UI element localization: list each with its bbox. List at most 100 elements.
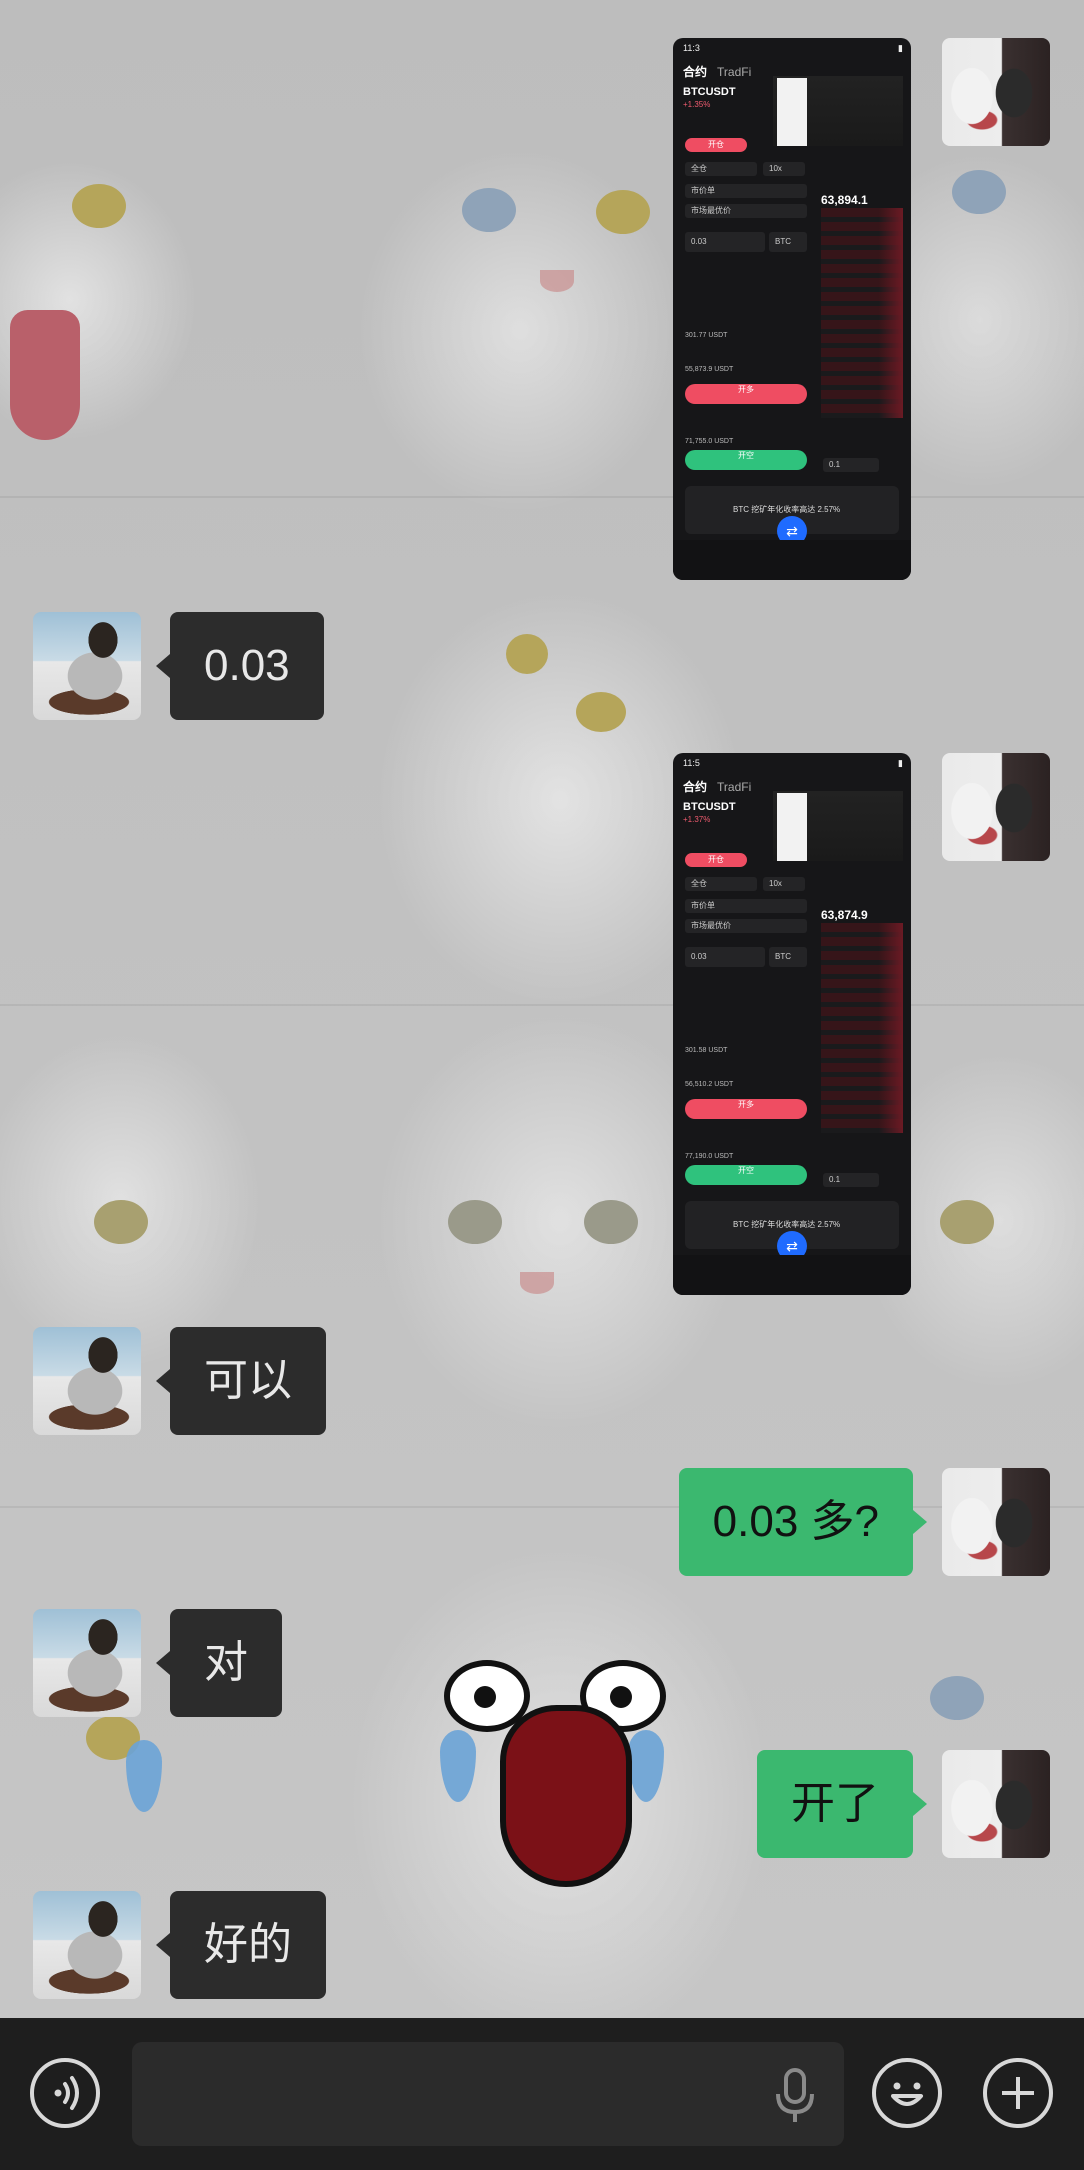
open-long-button: 开多 bbox=[685, 384, 807, 404]
tab-tradfi: TradFi bbox=[717, 65, 752, 79]
message-input[interactable] bbox=[132, 2042, 844, 2146]
emoji-face-icon bbox=[891, 2082, 923, 2106]
tear-drop bbox=[126, 1740, 162, 1812]
price-field: 市场最优价 bbox=[685, 919, 807, 933]
status-bar: 11:3 ▮ bbox=[683, 43, 903, 55]
my-avatar[interactable] bbox=[942, 753, 1050, 861]
cat-pupil bbox=[474, 1686, 496, 1708]
depth-step: 0.1 bbox=[823, 458, 879, 472]
cat-eye bbox=[930, 1676, 984, 1720]
contact-avatar[interactable] bbox=[33, 1327, 141, 1435]
battery-icon: ▮ bbox=[898, 758, 903, 768]
wallpaper-divider bbox=[0, 1004, 1084, 1006]
contact-avatar[interactable] bbox=[33, 1609, 141, 1717]
chart-overlay bbox=[777, 793, 807, 861]
pair-name: BTCUSDT bbox=[683, 801, 736, 813]
depth-step: 0.1 bbox=[823, 1173, 879, 1187]
liq-price: 56,510.2 USDT bbox=[685, 1081, 734, 1088]
order-type: 市价单 bbox=[685, 184, 807, 198]
bubble-tail bbox=[156, 1933, 170, 1957]
leverage: 10x bbox=[763, 877, 805, 891]
open-position-tab: 开仓 bbox=[685, 138, 747, 152]
message-bubble[interactable]: 开了 bbox=[757, 1750, 913, 1858]
pair-name: BTCUSDT bbox=[683, 86, 736, 98]
contact-avatar[interactable] bbox=[33, 612, 141, 720]
chart-overlay bbox=[777, 78, 807, 146]
last-price: 63,894.1 bbox=[821, 193, 868, 207]
margin-mode: 全仓 bbox=[685, 877, 757, 891]
message-bubble[interactable]: 0.03 多? bbox=[678, 1468, 913, 1576]
cat-eye bbox=[596, 190, 650, 234]
open-position-tab: 开仓 bbox=[685, 853, 747, 867]
my-avatar[interactable] bbox=[942, 38, 1050, 146]
depth-bar bbox=[879, 923, 903, 1133]
margin-mode: 全仓 bbox=[685, 162, 757, 176]
tab-tradfi: TradFi bbox=[717, 780, 752, 794]
cat-eye bbox=[952, 170, 1006, 214]
cat-eye bbox=[940, 1200, 994, 1244]
price-field: 市场最优价 bbox=[685, 204, 807, 218]
cat-nose bbox=[520, 1272, 554, 1294]
chat-input-bar bbox=[0, 2018, 1084, 2170]
price-change: +1.35% bbox=[683, 100, 711, 109]
image-message-screenshot[interactable]: 11:3 ▮ 合约 TradFi BTCUSDT +1.35% 开仓 全仓 10x … bbox=[673, 38, 911, 580]
image-message-screenshot[interactable]: 11:5 ▮ 合约 TradFi BTCUSDT +1.37% 开仓 全仓 10x … bbox=[673, 753, 911, 1295]
tab-contract: 合约 bbox=[683, 780, 708, 794]
status-time: 11:3 bbox=[683, 43, 700, 53]
message-bubble[interactable]: 对 bbox=[170, 1609, 282, 1717]
available-balance: 301.77 USDT bbox=[685, 332, 728, 339]
open-long-button: 开多 bbox=[685, 1099, 807, 1119]
cat-eye bbox=[506, 634, 548, 674]
bubble-tail bbox=[913, 1510, 927, 1534]
status-time: 11:5 bbox=[683, 758, 700, 768]
cat-nose bbox=[540, 270, 574, 292]
wallpaper-divider bbox=[0, 1506, 1084, 1508]
message-bubble[interactable]: 0.03 bbox=[170, 612, 324, 720]
open-short-button: 开空 bbox=[685, 1165, 807, 1185]
tear-drop bbox=[628, 1730, 664, 1802]
cat-eye bbox=[72, 184, 126, 228]
liq-price: 55,873.9 USDT bbox=[685, 366, 734, 373]
my-avatar[interactable] bbox=[942, 1750, 1050, 1858]
cat-mouth bbox=[500, 1705, 632, 1887]
tab-contract: 合约 bbox=[683, 65, 708, 79]
wallpaper-divider bbox=[0, 496, 1084, 498]
qty-unit: BTC bbox=[769, 947, 807, 967]
trade-tabs: 合约 TradFi bbox=[683, 63, 761, 80]
message-bubble[interactable]: 可以 bbox=[170, 1327, 326, 1435]
liq-price-short: 77,190.0 USDT bbox=[685, 1153, 734, 1160]
tear-drop bbox=[440, 1730, 476, 1802]
emoji-face-icon[interactable] bbox=[872, 2058, 942, 2128]
my-avatar[interactable] bbox=[942, 1468, 1050, 1576]
qty-field: 0.03 bbox=[685, 232, 765, 252]
available-balance: 301.58 USDT bbox=[685, 1047, 728, 1054]
cat-eye bbox=[576, 692, 626, 732]
qty-unit: BTC bbox=[769, 232, 807, 252]
cat-tongue bbox=[10, 310, 80, 440]
cat-eye bbox=[448, 1200, 502, 1244]
crying-cat-face bbox=[430, 1560, 710, 1887]
plus-icon bbox=[1002, 2077, 1034, 2109]
qty-field: 0.03 bbox=[685, 947, 765, 967]
bubble-tail bbox=[913, 1792, 927, 1816]
battery-icon: ▮ bbox=[898, 43, 903, 53]
open-short-button: 开空 bbox=[685, 450, 807, 470]
bubble-tail bbox=[156, 1651, 170, 1675]
last-price: 63,874.9 bbox=[821, 908, 868, 922]
plus-icon[interactable] bbox=[983, 2058, 1053, 2128]
cat-pupil bbox=[610, 1686, 632, 1708]
price-change: +1.37% bbox=[683, 815, 711, 824]
microphone-icon[interactable] bbox=[773, 2068, 817, 2124]
cat-eye bbox=[94, 1200, 148, 1244]
message-bubble[interactable]: 好的 bbox=[170, 1891, 326, 1999]
bubble-tail bbox=[156, 654, 170, 678]
chat-wallpaper bbox=[0, 0, 1084, 2018]
cat-eye bbox=[462, 188, 516, 232]
voice-wave-icon[interactable] bbox=[30, 2058, 100, 2128]
bottom-nav bbox=[673, 1255, 911, 1295]
contact-avatar[interactable] bbox=[33, 1891, 141, 1999]
bubble-tail bbox=[156, 1369, 170, 1393]
voice-wave-icon bbox=[54, 2076, 79, 2110]
cat-eye bbox=[584, 1200, 638, 1244]
status-bar: 11:5 ▮ bbox=[683, 758, 903, 770]
